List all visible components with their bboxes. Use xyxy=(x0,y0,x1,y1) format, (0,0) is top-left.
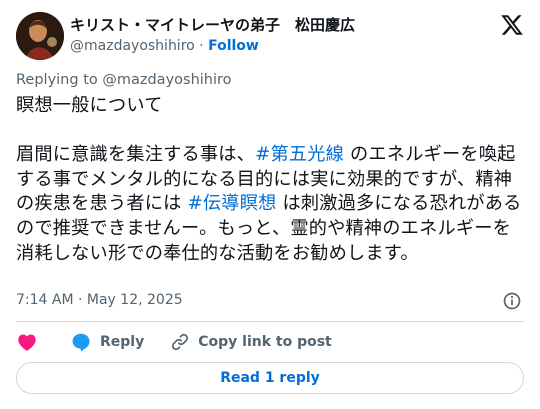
reply-bubble-icon xyxy=(72,333,90,352)
divider xyxy=(16,321,524,322)
author-block: キリスト・マイトレーヤの弟子 松田慶広 @mazdayoshihiro · Fo… xyxy=(70,15,490,56)
post-timestamp[interactable]: 7:14 AM · May 12, 2025 xyxy=(16,290,183,310)
embedded-post-card: キリスト・マイトレーヤの弟子 松田慶広 @mazdayoshihiro · Fo… xyxy=(0,0,540,409)
author-handle[interactable]: @mazdayoshihiro xyxy=(70,38,195,54)
copy-link-label: Copy link to post xyxy=(198,334,332,350)
author-avatar[interactable] xyxy=(16,12,64,60)
reply-label: Reply xyxy=(100,334,145,350)
read-replies-button[interactable]: Read 1 reply xyxy=(16,362,524,394)
post-line1: 瞑想一般について xyxy=(16,95,163,116)
author-handle-row: @mazdayoshihiro · Follow xyxy=(70,36,490,56)
post-text: 瞑想一般について 眉間に意識を集注する事は、#第五光線 のエネルギーを喚起する事… xyxy=(16,94,526,266)
heart-icon xyxy=(18,334,36,351)
hashtag-link-2[interactable]: #伝導瞑想 xyxy=(187,193,276,214)
x-logo-icon[interactable] xyxy=(500,13,524,37)
info-icon[interactable] xyxy=(502,291,522,311)
hashtag-link-1[interactable]: #第五光線 xyxy=(255,144,344,165)
action-bar: Reply Copy link to post xyxy=(16,330,358,354)
replying-to-text: Replying to @mazdayoshihiro xyxy=(16,72,232,88)
reply-button[interactable]: Reply xyxy=(70,331,144,353)
handle-separator: · xyxy=(199,38,204,54)
like-button[interactable] xyxy=(16,331,38,353)
post-para-a: 眉間に意識を集注する事は、 xyxy=(16,144,256,166)
follow-button[interactable]: Follow xyxy=(208,38,259,54)
author-display-name[interactable]: キリスト・マイトレーヤの弟子 松田慶広 xyxy=(70,15,490,35)
link-icon xyxy=(172,333,189,351)
copy-link-button[interactable]: Copy link to post xyxy=(170,332,332,352)
